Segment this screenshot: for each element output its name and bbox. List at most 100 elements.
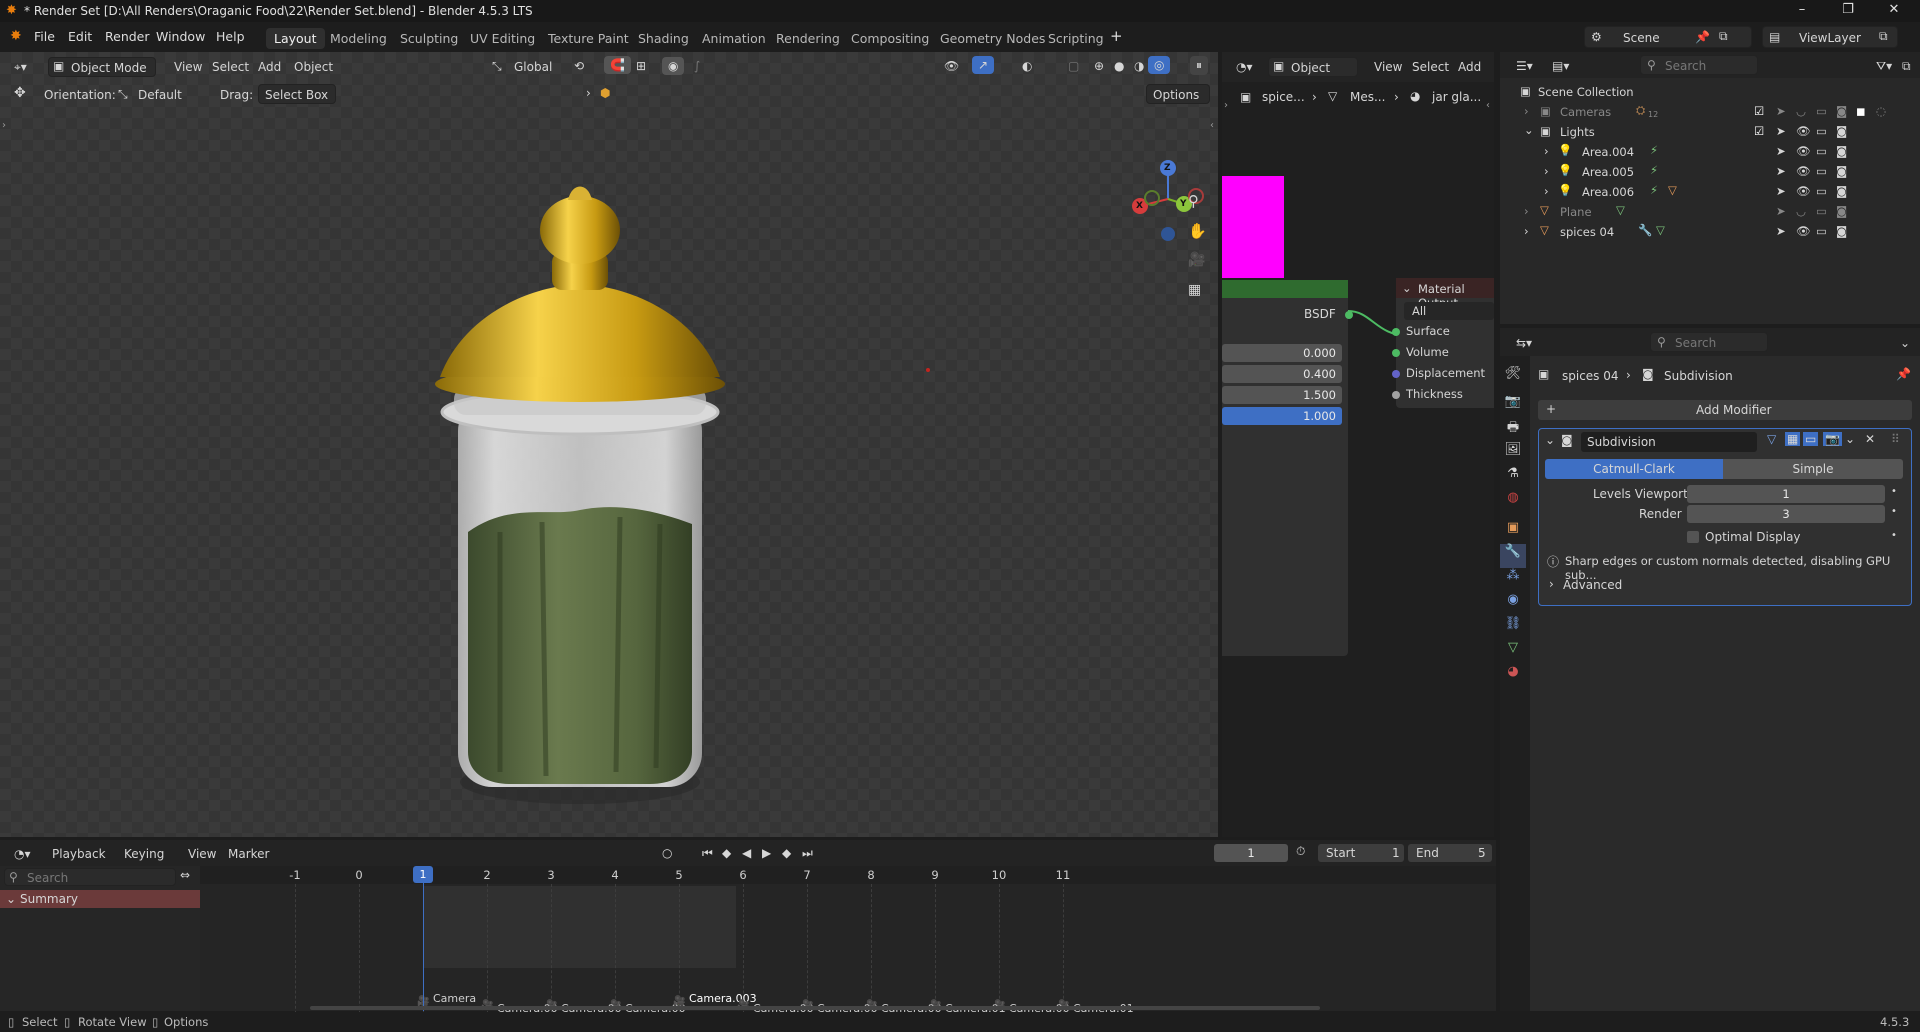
xray-icon[interactable]: ▢ — [1062, 57, 1085, 75]
menu-edit[interactable]: Edit — [68, 29, 92, 44]
properties-search[interactable]: ⚲ Search — [1650, 332, 1768, 352]
selectable-icon[interactable]: ➤ — [1776, 184, 1786, 198]
timeline-menu-marker[interactable]: Marker — [222, 845, 275, 863]
advanced-expand-icon[interactable]: › — [1549, 577, 1554, 591]
material-output-collapse-icon[interactable]: ⌄ — [1402, 281, 1412, 295]
view-layer-tab-icon[interactable]: 🖼 — [1500, 442, 1526, 466]
viewport-menu-view[interactable]: View — [168, 58, 208, 76]
tab-shading[interactable]: Shading — [630, 28, 697, 49]
expand-arrow-icon[interactable]: › — [1524, 204, 1529, 218]
tool-tab-icon[interactable]: 🛠 — [1500, 366, 1526, 390]
outliner-row-lights[interactable]: ⌄ ▣ Lights ☑ ➤ 👁 ▭ ◙ — [1500, 122, 1920, 142]
snap-target-icon[interactable]: ⊞ — [630, 57, 652, 75]
keyframe-dot-icon[interactable]: • — [1891, 506, 1897, 517]
mode-selector[interactable]: ▣ Object Mode — [48, 57, 156, 77]
timeline-editor-icon[interactable]: ◔▾ — [8, 845, 37, 863]
pin-icon[interactable]: 📌 — [1695, 30, 1710, 44]
proportional-edit-icon[interactable]: ◉ — [662, 57, 685, 75]
properties-editor[interactable]: ⇆▾ ⚲ Search ⌄ 🛠 📷 🖶 🖼 ⚗ ◍ ▣ 🔧 ⁂ ◉ ⛓ ▽ ◕ … — [1500, 328, 1920, 1011]
orientation-value[interactable]: Default — [138, 88, 182, 102]
falloff-icon[interactable]: ∫ — [688, 57, 706, 75]
principled-bsdf-node[interactable]: BSDF 0.000 0.400 1.500 1.000 — [1222, 280, 1353, 656]
pause-render-icon[interactable]: ⏸ — [1190, 56, 1209, 75]
render-enable-icon[interactable]: ◙ — [1836, 164, 1847, 178]
modifier-name-field[interactable]: Subdivision — [1581, 432, 1757, 452]
visibility-eye-icon[interactable]: 👁 — [1796, 184, 1811, 198]
object-tab-icon[interactable]: ▣ — [1500, 520, 1526, 544]
constraints-tab-icon[interactable]: ⛓ — [1500, 616, 1526, 640]
tab-layout[interactable]: Layout — [266, 28, 325, 49]
tab-rendering[interactable]: Rendering — [768, 28, 848, 49]
thickness-socket[interactable] — [1392, 391, 1400, 399]
viewport-enable-icon[interactable]: ▭ — [1816, 204, 1827, 218]
editor-type-3d-icon[interactable]: ⌖▾ — [8, 58, 33, 77]
method-catmull-clark[interactable]: Catmull-Clark — [1545, 459, 1723, 479]
shader-menu-view[interactable]: View — [1368, 58, 1408, 76]
cage-toggle-icon[interactable]: ▦ — [1785, 432, 1801, 446]
world-tab-icon[interactable]: ◍ — [1500, 490, 1526, 514]
render-tab-icon[interactable]: 📷 — [1500, 394, 1526, 418]
menu-help[interactable]: Help — [216, 29, 245, 44]
tab-sculpting[interactable]: Sculpting — [392, 28, 466, 49]
keyframe-dot-icon[interactable]: • — [1891, 486, 1897, 497]
bsdf-value-3[interactable]: 1.500 — [1222, 386, 1342, 404]
viewport-enable-icon[interactable]: ▭ — [1816, 124, 1827, 138]
timeline-menu-keying[interactable]: Keying — [118, 845, 170, 863]
physics-tab-icon[interactable]: ◉ — [1500, 592, 1526, 616]
timeline-area[interactable]: -10234567891011🎥Camera🎥Camera.00🎥Camera.… — [200, 866, 1496, 1024]
expand-arrow-icon[interactable]: ⌄ — [1524, 123, 1534, 137]
material-output-node[interactable]: ⌄ Material Output All Surface Volume Dis… — [1392, 278, 1494, 408]
swap-icon[interactable]: ⇔ — [180, 868, 190, 882]
shader-toolbar-toggle-icon[interactable]: › — [1224, 100, 1228, 111]
shader-type-selector[interactable]: ▣ Object — [1268, 57, 1358, 77]
3d-viewport[interactable]: ⌖▾ ▣ Object Mode View Select Add Object … — [0, 52, 1218, 837]
drag-handle-icon[interactable]: ⠿ — [1891, 432, 1900, 446]
transform-orientation-icon[interactable]: ⤡ — [486, 57, 508, 76]
visibility-icon[interactable]: 👁 — [938, 57, 965, 75]
outliner-row-area-004[interactable]: › 💡 Area.004 ⚡ ➤ 👁 ▭ ◙ — [1500, 142, 1920, 162]
properties-editor-icon[interactable]: ⇆▾ — [1510, 334, 1538, 352]
pan-hand-icon[interactable]: ✋ — [1188, 222, 1207, 240]
timeline-scrollbar[interactable] — [310, 1006, 1320, 1010]
visibility-eye-icon[interactable]: 👁 — [1796, 224, 1811, 238]
close-window-button[interactable]: ✕ — [1874, 2, 1914, 17]
view-layer-selector[interactable]: ▤ ViewLayer ⧉ — [1762, 26, 1898, 48]
visibility-eye-icon[interactable]: 👁 — [1796, 124, 1811, 138]
output-tab-icon[interactable]: 🖶 — [1500, 418, 1526, 442]
play-icon[interactable]: ▶ — [756, 844, 777, 862]
expand-arrow-icon[interactable]: › — [1524, 104, 1529, 118]
viewport-enable-icon[interactable]: ▭ — [1816, 224, 1827, 238]
tab-scripting[interactable]: Scripting — [1040, 28, 1112, 49]
pivot-point-icon[interactable]: ⟲ — [568, 57, 590, 75]
render-enable-icon[interactable]: ◙ — [1836, 184, 1847, 198]
method-simple[interactable]: Simple — [1723, 459, 1903, 479]
next-keyframe-icon[interactable]: ◆ — [776, 844, 797, 862]
exclude-checkbox[interactable]: ☑ — [1754, 124, 1764, 138]
viewport-disable-icon[interactable]: ▭ — [1816, 104, 1827, 118]
jump-end-icon[interactable]: ⏭ — [796, 844, 819, 863]
selectable-icon[interactable]: ➤ — [1776, 164, 1786, 178]
auto-keying-icon[interactable]: ○ — [656, 844, 678, 862]
render-toggle-icon[interactable]: 📷 — [1823, 432, 1842, 446]
pin-icon[interactable]: 📌 — [1896, 367, 1911, 381]
outliner-editor-icon[interactable]: ☰▾ — [1510, 57, 1539, 75]
current-frame-field[interactable]: 1 — [1214, 844, 1288, 862]
scene-tab-icon[interactable]: ⚗ — [1500, 466, 1526, 490]
transform-orientation-value[interactable]: Global — [508, 58, 558, 76]
viewport-enable-icon[interactable]: ▭ — [1816, 184, 1827, 198]
expand-arrow-icon[interactable]: › — [1544, 164, 1549, 178]
collapse-arrow-icon[interactable]: › — [586, 86, 591, 100]
new-collection-icon[interactable]: ⧉ — [1896, 57, 1917, 76]
move-tool-icon[interactable]: ✥ — [14, 85, 26, 101]
render-enable-icon[interactable]: ◙ — [1836, 124, 1847, 138]
outliner-search[interactable]: ⚲ Search — [1640, 55, 1758, 75]
remove-modifier-icon[interactable]: ✕ — [1865, 432, 1875, 446]
overlays-icon[interactable]: ◐ — [1016, 57, 1038, 75]
surface-socket[interactable] — [1392, 328, 1400, 336]
tab-texture-paint[interactable]: Texture Paint — [540, 28, 637, 49]
render-levels-field[interactable]: 3 — [1687, 505, 1885, 523]
outliner-row-cameras[interactable]: › ▣ Cameras ⛭ 12 ☑ ➤ ◡ ▭ ◙ ◼ ◌ — [1500, 102, 1920, 122]
outliner-row-area-006[interactable]: › 💡 Area.006 ⚡ ▽ ➤ 👁 ▭ ◙ — [1500, 182, 1920, 202]
visibility-eye-icon[interactable]: 👁 — [1796, 144, 1811, 158]
tab-modeling[interactable]: Modeling — [322, 28, 395, 49]
